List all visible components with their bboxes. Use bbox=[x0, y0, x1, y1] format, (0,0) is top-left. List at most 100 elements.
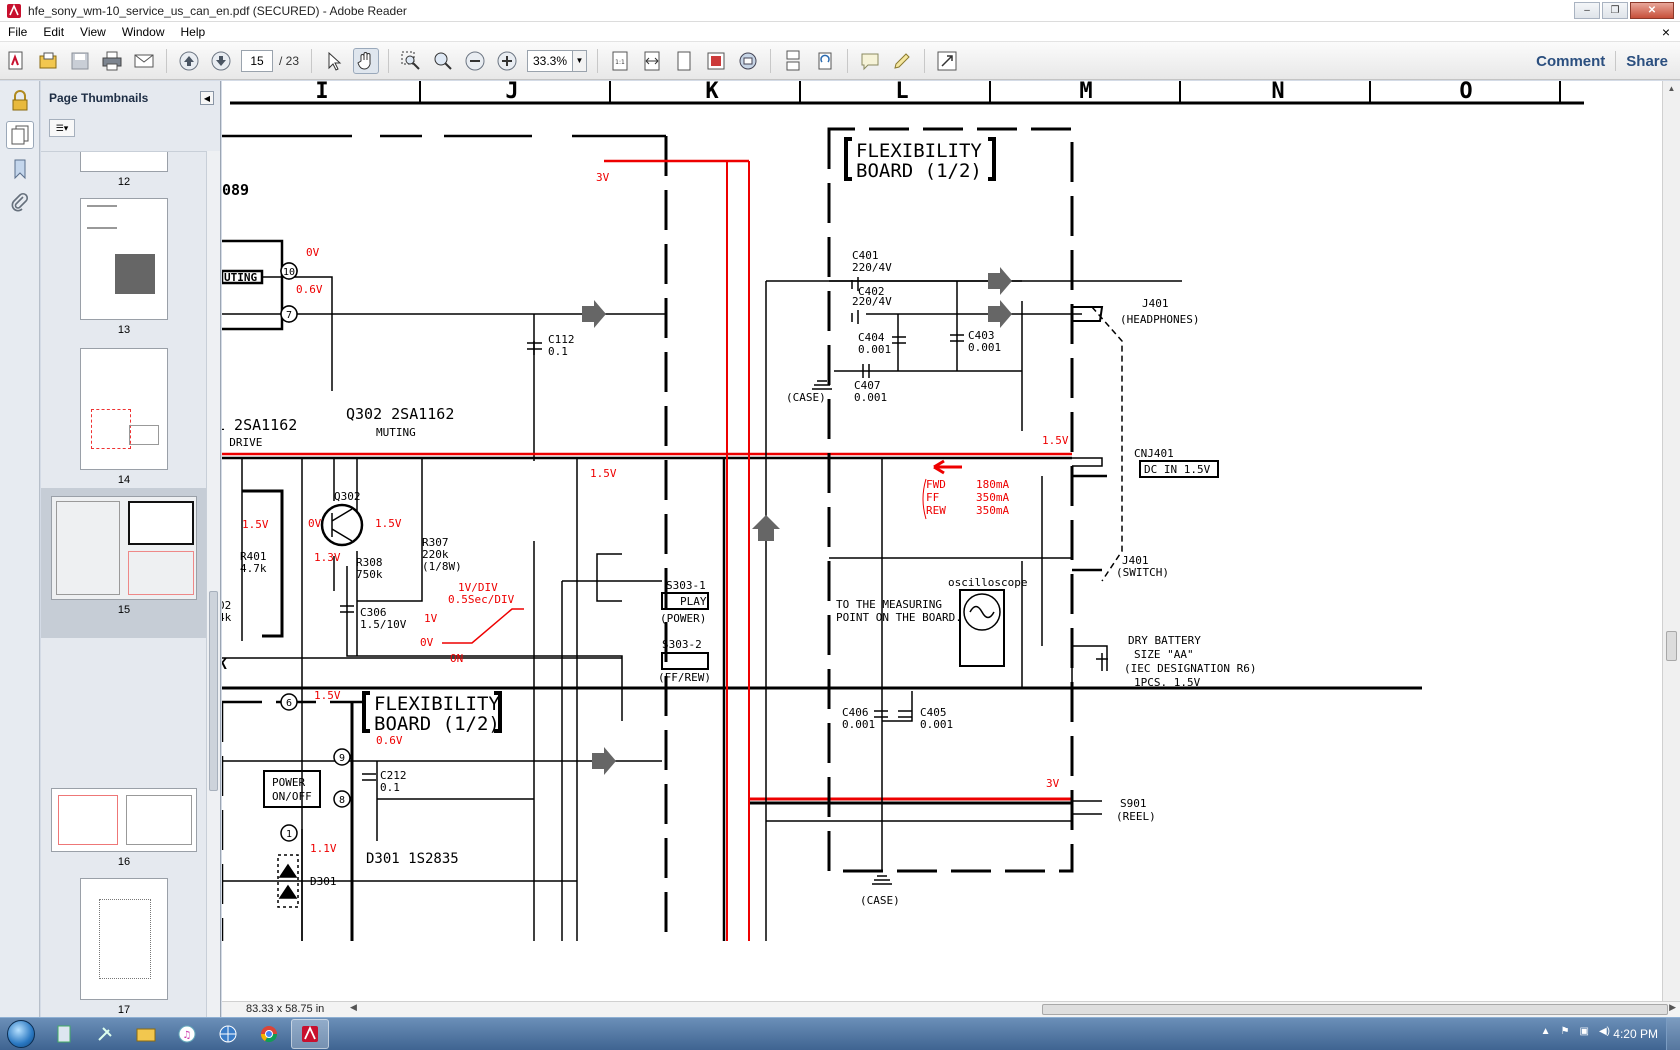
part-label: DC IN 1.5V bbox=[1144, 463, 1211, 476]
scroll-right-icon[interactable]: ▶ bbox=[1669, 1002, 1676, 1013]
print-button[interactable] bbox=[99, 48, 125, 74]
page-number-input[interactable]: 15 bbox=[241, 49, 273, 72]
select-tool-button[interactable] bbox=[321, 48, 347, 74]
save-button[interactable] bbox=[67, 48, 93, 74]
marquee-zoom-button[interactable] bbox=[398, 48, 424, 74]
zoom-value[interactable]: 33.3% bbox=[527, 49, 574, 72]
toolbar-right: Comment Share bbox=[1536, 51, 1668, 71]
zoom-out-button[interactable] bbox=[462, 48, 488, 74]
thumbnail-image bbox=[80, 198, 168, 320]
thumbnail-page-13[interactable]: 13 bbox=[41, 198, 207, 336]
thumbnail-image bbox=[80, 348, 168, 470]
clock[interactable]: 4:20 PM bbox=[1613, 1027, 1658, 1041]
system-tray: ▲ ⚑ ▣ ◀) bbox=[1541, 1026, 1610, 1037]
close-window-button[interactable]: ✕ bbox=[1630, 2, 1674, 19]
music-icon: ♫ bbox=[178, 1025, 196, 1043]
scroll-up-icon[interactable]: ▲ bbox=[1663, 81, 1680, 97]
next-page-button[interactable] bbox=[208, 48, 234, 74]
taskbar-app-explorer[interactable] bbox=[127, 1019, 165, 1049]
zoom-in-button[interactable] bbox=[494, 48, 520, 74]
open-button[interactable] bbox=[35, 48, 61, 74]
highlight-button[interactable] bbox=[889, 48, 915, 74]
sticky-note-button[interactable] bbox=[857, 48, 883, 74]
current-label: FF bbox=[926, 491, 939, 504]
show-desktop-button[interactable] bbox=[1666, 1018, 1680, 1050]
restore-button[interactable]: ❐ bbox=[1602, 2, 1628, 19]
menu-edit[interactable]: Edit bbox=[35, 25, 72, 39]
email-button[interactable] bbox=[131, 48, 157, 74]
scrollbar-thumb[interactable] bbox=[209, 591, 218, 791]
taskbar-app-browser[interactable] bbox=[209, 1019, 247, 1049]
menu-help[interactable]: Help bbox=[173, 25, 214, 39]
full-screen-button[interactable] bbox=[703, 48, 729, 74]
menu-file[interactable]: File bbox=[0, 25, 35, 39]
previous-page-button[interactable] bbox=[176, 48, 202, 74]
chevron-down-icon[interactable]: ▼ bbox=[573, 49, 588, 72]
taskbar-app-chrome[interactable] bbox=[250, 1019, 288, 1049]
toolbar-separator bbox=[597, 48, 599, 73]
bookmarks-button[interactable] bbox=[6, 155, 34, 183]
thumbnail-page-12[interactable]: 12 bbox=[41, 152, 207, 188]
taskbar-app-itunes[interactable]: ♫ bbox=[168, 1019, 206, 1049]
tray-flag-icon[interactable]: ⚑ bbox=[1561, 1026, 1570, 1037]
close-document-button[interactable]: × bbox=[1662, 24, 1670, 40]
minimize-button[interactable]: – bbox=[1574, 2, 1600, 19]
zoom-icon bbox=[434, 52, 452, 70]
expand-button[interactable] bbox=[934, 48, 960, 74]
fit-page-button[interactable] bbox=[671, 48, 697, 74]
part-label: 4k bbox=[222, 611, 232, 624]
actual-size-button[interactable]: 1:1 bbox=[607, 48, 633, 74]
menu-window[interactable]: Window bbox=[114, 25, 173, 39]
scroll-left-icon[interactable]: ◀ bbox=[350, 1002, 357, 1013]
dynamic-zoom-button[interactable] bbox=[430, 48, 456, 74]
voltage-label: 0V bbox=[308, 517, 322, 530]
single-page-button[interactable] bbox=[780, 48, 806, 74]
thumbnail-page-16[interactable]: 16 bbox=[41, 788, 207, 868]
scrollbar-thumb[interactable] bbox=[1666, 631, 1677, 661]
collapse-panel-button[interactable]: ◀ bbox=[200, 91, 214, 105]
thumbnail-image bbox=[51, 496, 197, 600]
thumbnail-page-15[interactable]: 15 bbox=[41, 488, 207, 638]
thumbnails-scrollbar[interactable] bbox=[206, 151, 220, 1017]
email-icon bbox=[134, 54, 154, 67]
thumbnail-options-button[interactable]: ☰▾ bbox=[49, 119, 75, 137]
menu-view[interactable]: View bbox=[72, 25, 114, 39]
waveform-trace bbox=[442, 608, 524, 644]
fit-width-button[interactable] bbox=[639, 48, 665, 74]
horizontal-scrollbar-thumb[interactable] bbox=[1042, 1004, 1668, 1015]
hand-tool-button[interactable] bbox=[353, 47, 380, 74]
thumbnail-page-17[interactable]: 17 bbox=[41, 878, 207, 1016]
lock-button[interactable] bbox=[6, 87, 34, 115]
bookmark-icon bbox=[14, 159, 26, 180]
folder-icon bbox=[136, 1028, 156, 1042]
taskbar-app-documents[interactable] bbox=[45, 1019, 83, 1049]
comment-button[interactable]: Comment bbox=[1536, 53, 1605, 70]
create-pdf-button[interactable] bbox=[3, 48, 29, 74]
attachments-button[interactable] bbox=[6, 189, 34, 217]
tray-device-icon[interactable]: ▣ bbox=[1580, 1026, 1589, 1037]
read-mode-button[interactable] bbox=[735, 48, 761, 74]
page-thumbnails-button[interactable] bbox=[6, 121, 34, 149]
windows-orb-icon bbox=[7, 1020, 35, 1048]
share-button[interactable]: Share bbox=[1626, 53, 1668, 70]
signal-arrows bbox=[582, 267, 1012, 775]
adobe-reader-icon bbox=[302, 1025, 318, 1042]
tray-volume-icon[interactable]: ◀) bbox=[1599, 1026, 1610, 1037]
tray-expand-icon[interactable]: ▲ bbox=[1541, 1026, 1551, 1037]
thumbnail-page-14[interactable]: 14 bbox=[41, 348, 207, 486]
document-icon bbox=[57, 1025, 71, 1043]
taskbar-app-tools[interactable] bbox=[86, 1019, 124, 1049]
vertical-scrollbar[interactable]: ▲ bbox=[1662, 81, 1680, 1001]
single-page-icon bbox=[786, 50, 800, 70]
part-label: (CASE) bbox=[860, 894, 900, 907]
open-folder-icon bbox=[39, 52, 57, 68]
rotate-button[interactable] bbox=[812, 48, 838, 74]
start-button[interactable] bbox=[0, 1018, 42, 1050]
document-view[interactable]: I J K L M N O 10 7 6 9 8 1 FLEXIBILITY B… bbox=[222, 81, 1662, 1001]
waveform-label: 0V bbox=[420, 636, 434, 649]
taskbar-app-adobe-reader[interactable] bbox=[291, 1019, 329, 1049]
fit-page-icon bbox=[677, 51, 691, 70]
thumbnails-header: Page Thumbnails bbox=[49, 91, 149, 105]
zoom-select[interactable]: 33.3% ▼ bbox=[527, 49, 588, 72]
minus-circle-icon bbox=[465, 51, 485, 70]
